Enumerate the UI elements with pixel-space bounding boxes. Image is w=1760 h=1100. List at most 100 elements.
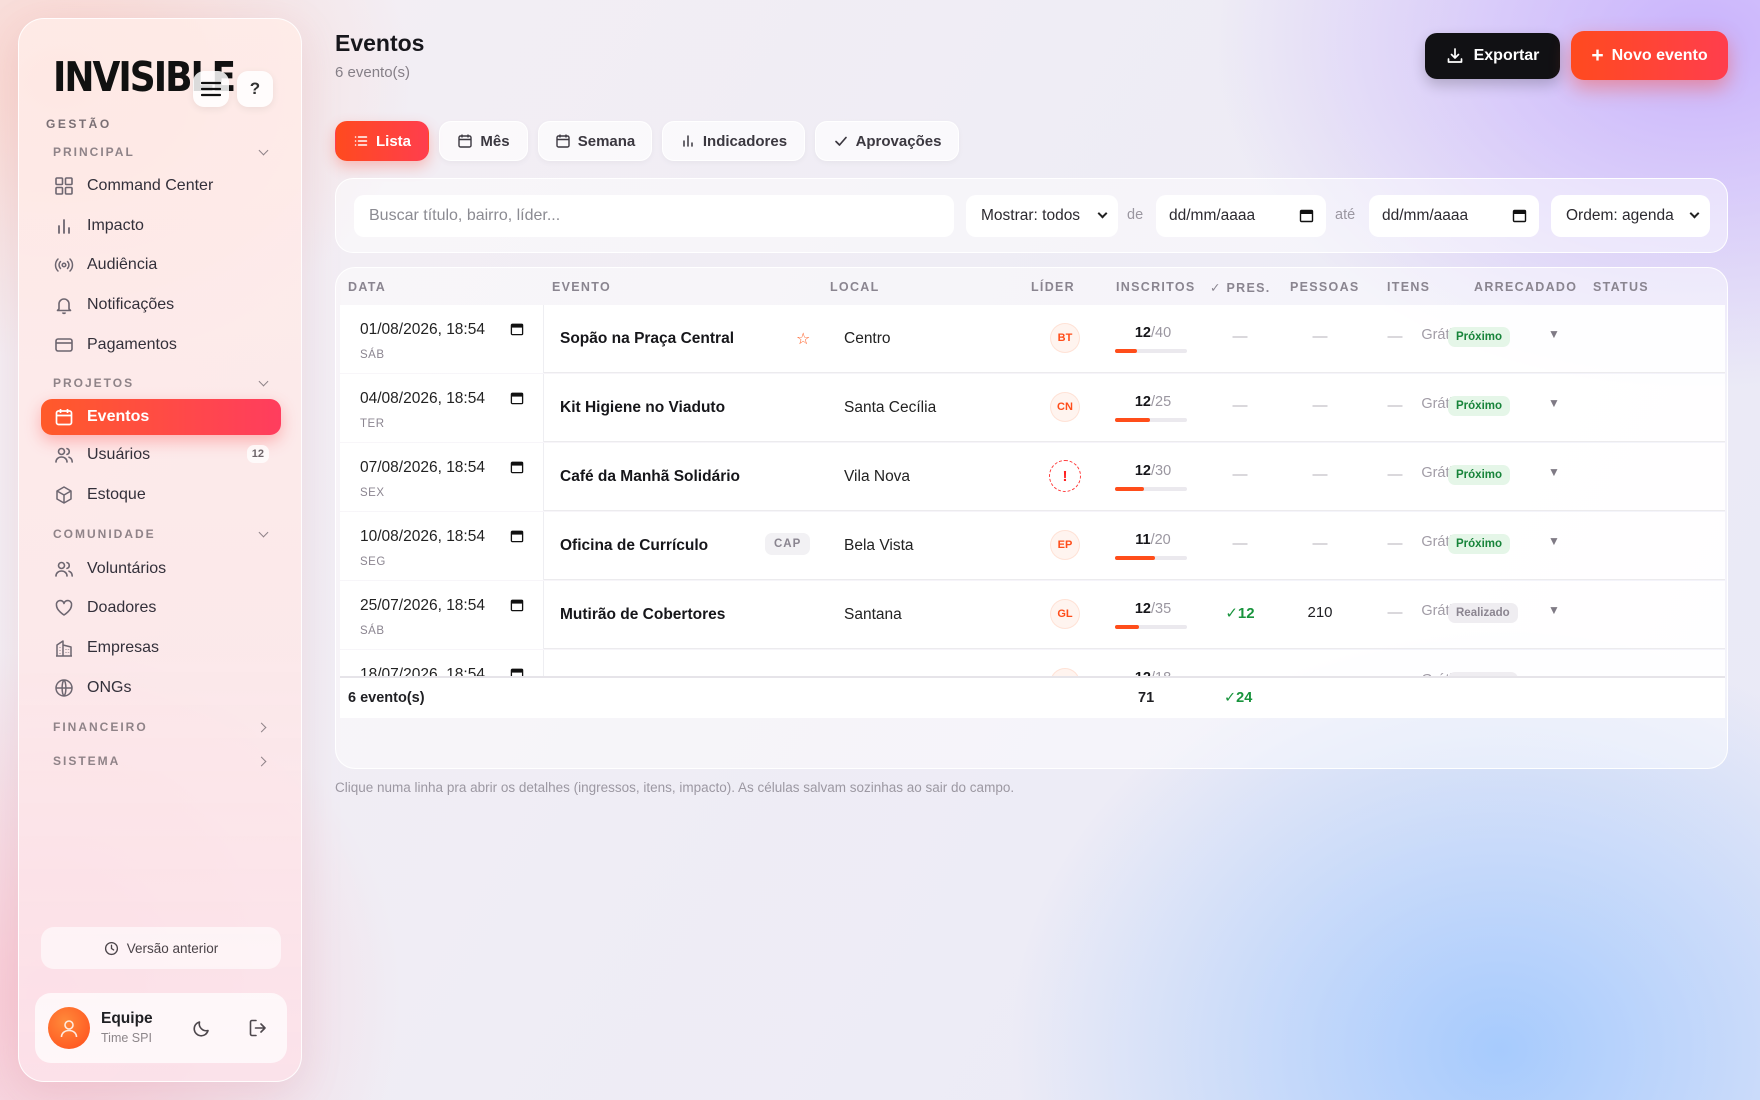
date-cell[interactable]: 01/08/2026, 18:54 SÁB — [340, 305, 544, 373]
leader-avatar[interactable]: CN — [1051, 393, 1079, 421]
column-header-arrecadado[interactable]: ARRECADADO — [1474, 280, 1577, 294]
event-local[interactable]: Santa Cecília — [844, 399, 936, 417]
people-cell[interactable]: — — [1280, 535, 1360, 552]
calendar-icon[interactable] — [510, 322, 524, 336]
enrolled-cell[interactable]: 12/30 — [1115, 463, 1191, 479]
sidebar-item-pagamentos[interactable]: Pagamentos — [41, 327, 281, 363]
sidebar-item-audiencia[interactable]: Audiência — [41, 247, 281, 283]
sidebar-item-estoque[interactable]: Estoque — [41, 477, 281, 513]
calendar-icon[interactable] — [510, 460, 524, 474]
previous-version-button[interactable]: Versão anterior — [41, 927, 281, 969]
table-row[interactable]: 04/08/2026, 18:54 TER Kit Higiene no Viadu… — [340, 374, 1725, 442]
column-header-status[interactable]: STATUS — [1593, 280, 1649, 294]
leader-avatar[interactable]: GL — [1051, 600, 1079, 628]
section-sistema[interactable]: SISTEMA — [53, 754, 271, 768]
order-select[interactable]: Ordem: agenda — [1551, 195, 1710, 237]
expand-icon[interactable]: ▼ — [1548, 327, 1560, 341]
from-date-input[interactable]: dd/mm/aaaa — [1156, 195, 1326, 237]
enrolled-cell[interactable]: 12/35 — [1115, 601, 1191, 617]
people-cell[interactable]: — — [1280, 397, 1360, 414]
column-header-lider[interactable]: LÍDER — [1031, 280, 1075, 294]
expand-icon[interactable]: ▼ — [1548, 396, 1560, 410]
section-financeiro[interactable]: FINANCEIRO — [53, 720, 271, 734]
status-badge: Realizado — [1448, 603, 1518, 623]
missing-leader-icon[interactable]: ! — [1049, 460, 1081, 492]
event-title[interactable]: Kit Higiene no Viaduto — [560, 399, 725, 417]
section-comunidade[interactable]: COMUNIDADE — [53, 527, 271, 541]
column-header-evento[interactable]: EVENTO — [552, 280, 611, 294]
tab-semana[interactable]: Semana — [538, 121, 652, 161]
date-cell[interactable]: 25/07/2026, 18:54 SÁB — [340, 581, 544, 649]
tab-mes[interactable]: Mês — [439, 121, 528, 161]
leader-avatar[interactable]: EP — [1051, 531, 1079, 559]
people-cell[interactable]: 210 — [1280, 604, 1360, 621]
calendar-icon[interactable] — [510, 529, 524, 543]
leader-avatar[interactable]: BT — [1051, 324, 1079, 352]
sidebar-item-impacto[interactable]: Impacto — [41, 208, 281, 244]
people-cell[interactable]: — — [1280, 466, 1360, 483]
moon-icon[interactable] — [191, 1017, 213, 1039]
date-cell[interactable]: 07/08/2026, 18:54 SEX — [340, 443, 544, 511]
enrolled-cell[interactable]: 12/40 — [1115, 325, 1191, 341]
tab-lista[interactable]: Lista — [335, 121, 429, 161]
event-title[interactable]: Mutirão de Cobertores — [560, 606, 725, 624]
to-date-input[interactable]: dd/mm/aaaa — [1369, 195, 1539, 237]
column-header-data[interactable]: DATA — [348, 280, 386, 294]
table-row[interactable]: 01/08/2026, 18:54 SÁB Sopão na Praça Centr… — [340, 305, 1725, 373]
presence-cell[interactable]: — — [1220, 397, 1260, 414]
event-title[interactable]: Sopão na Praça Central — [560, 330, 734, 348]
search-input[interactable] — [354, 195, 954, 237]
help-button[interactable]: ? — [237, 71, 273, 107]
sidebar-item-usuarios[interactable]: Usuários 12 — [41, 437, 281, 473]
new-event-button[interactable]: + Novo evento — [1571, 31, 1728, 80]
enrolled-cell[interactable]: 12/25 — [1115, 394, 1191, 410]
table-row[interactable]: 25/07/2026, 18:54 SÁB Mutirão de Cobertore… — [340, 581, 1725, 649]
expand-icon[interactable]: ▼ — [1548, 465, 1560, 479]
column-header-itens[interactable]: ITENS — [1387, 280, 1430, 294]
sidebar-item-voluntarios[interactable]: Voluntários — [41, 551, 281, 587]
event-local[interactable]: Vila Nova — [844, 468, 910, 486]
presence-cell[interactable]: ✓12 — [1220, 604, 1260, 622]
date-cell[interactable]: 04/08/2026, 18:54 TER — [340, 374, 544, 442]
column-header-local[interactable]: LOCAL — [830, 280, 880, 294]
chevron-down-icon — [1097, 208, 1108, 219]
menu-button[interactable] — [193, 71, 229, 107]
section-projetos[interactable]: PROJETOS — [53, 376, 271, 390]
calendar-icon[interactable] — [510, 598, 524, 612]
sidebar-item-eventos[interactable]: Eventos — [41, 399, 281, 435]
expand-icon[interactable]: ▼ — [1548, 603, 1560, 617]
event-title[interactable]: Café da Manhã Solidário — [560, 468, 740, 486]
column-header-pessoas[interactable]: PESSOAS — [1290, 280, 1360, 294]
date-cell[interactable]: 10/08/2026, 18:54 SEG — [340, 512, 544, 580]
section-principal[interactable]: PRINCIPAL — [53, 145, 271, 159]
table-row[interactable]: 10/08/2026, 18:54 SEG Oficina de Currículo… — [340, 512, 1725, 580]
show-select[interactable]: Mostrar: todos — [966, 195, 1118, 237]
logout-icon[interactable] — [247, 1017, 269, 1039]
calendar-icon[interactable] — [510, 391, 524, 405]
event-local[interactable]: Santana — [844, 606, 902, 624]
event-local[interactable]: Centro — [844, 330, 891, 348]
people-cell[interactable]: — — [1280, 328, 1360, 345]
table-row[interactable]: 07/08/2026, 18:54 SEX Café da Manhã Solidá… — [340, 443, 1725, 511]
sidebar-item-notificacoes[interactable]: Notificações — [41, 287, 281, 323]
sidebar-item-command-center[interactable]: Command Center — [41, 168, 281, 204]
sidebar-item-ongs[interactable]: ONGs — [41, 670, 281, 706]
event-local[interactable]: Bela Vista — [844, 537, 914, 555]
avatar[interactable] — [48, 1007, 90, 1049]
event-title[interactable]: Oficina de Currículo — [560, 537, 708, 555]
sidebar-item-empresas[interactable]: Empresas — [41, 630, 281, 666]
star-icon[interactable]: ☆ — [796, 329, 810, 349]
column-header-inscritos[interactable]: INSCRITOS — [1116, 280, 1196, 294]
tab-aprovacoes[interactable]: Aprovações — [815, 121, 959, 161]
export-button[interactable]: Exportar — [1425, 33, 1560, 79]
expand-icon[interactable]: ▼ — [1548, 534, 1560, 548]
tab-indicadores[interactable]: Indicadores — [662, 121, 805, 161]
presence-cell[interactable]: — — [1220, 328, 1260, 345]
presence-cell[interactable]: — — [1220, 535, 1260, 552]
column-header-pres[interactable]: ✓ PRES. — [1210, 280, 1271, 295]
status-badge: Próximo — [1448, 465, 1511, 485]
sidebar-item-doadores[interactable]: Doadores — [41, 590, 281, 626]
to-date-value: dd/mm/aaaa — [1382, 207, 1469, 224]
enrolled-cell[interactable]: 11/20 — [1115, 532, 1191, 548]
presence-cell[interactable]: — — [1220, 466, 1260, 483]
